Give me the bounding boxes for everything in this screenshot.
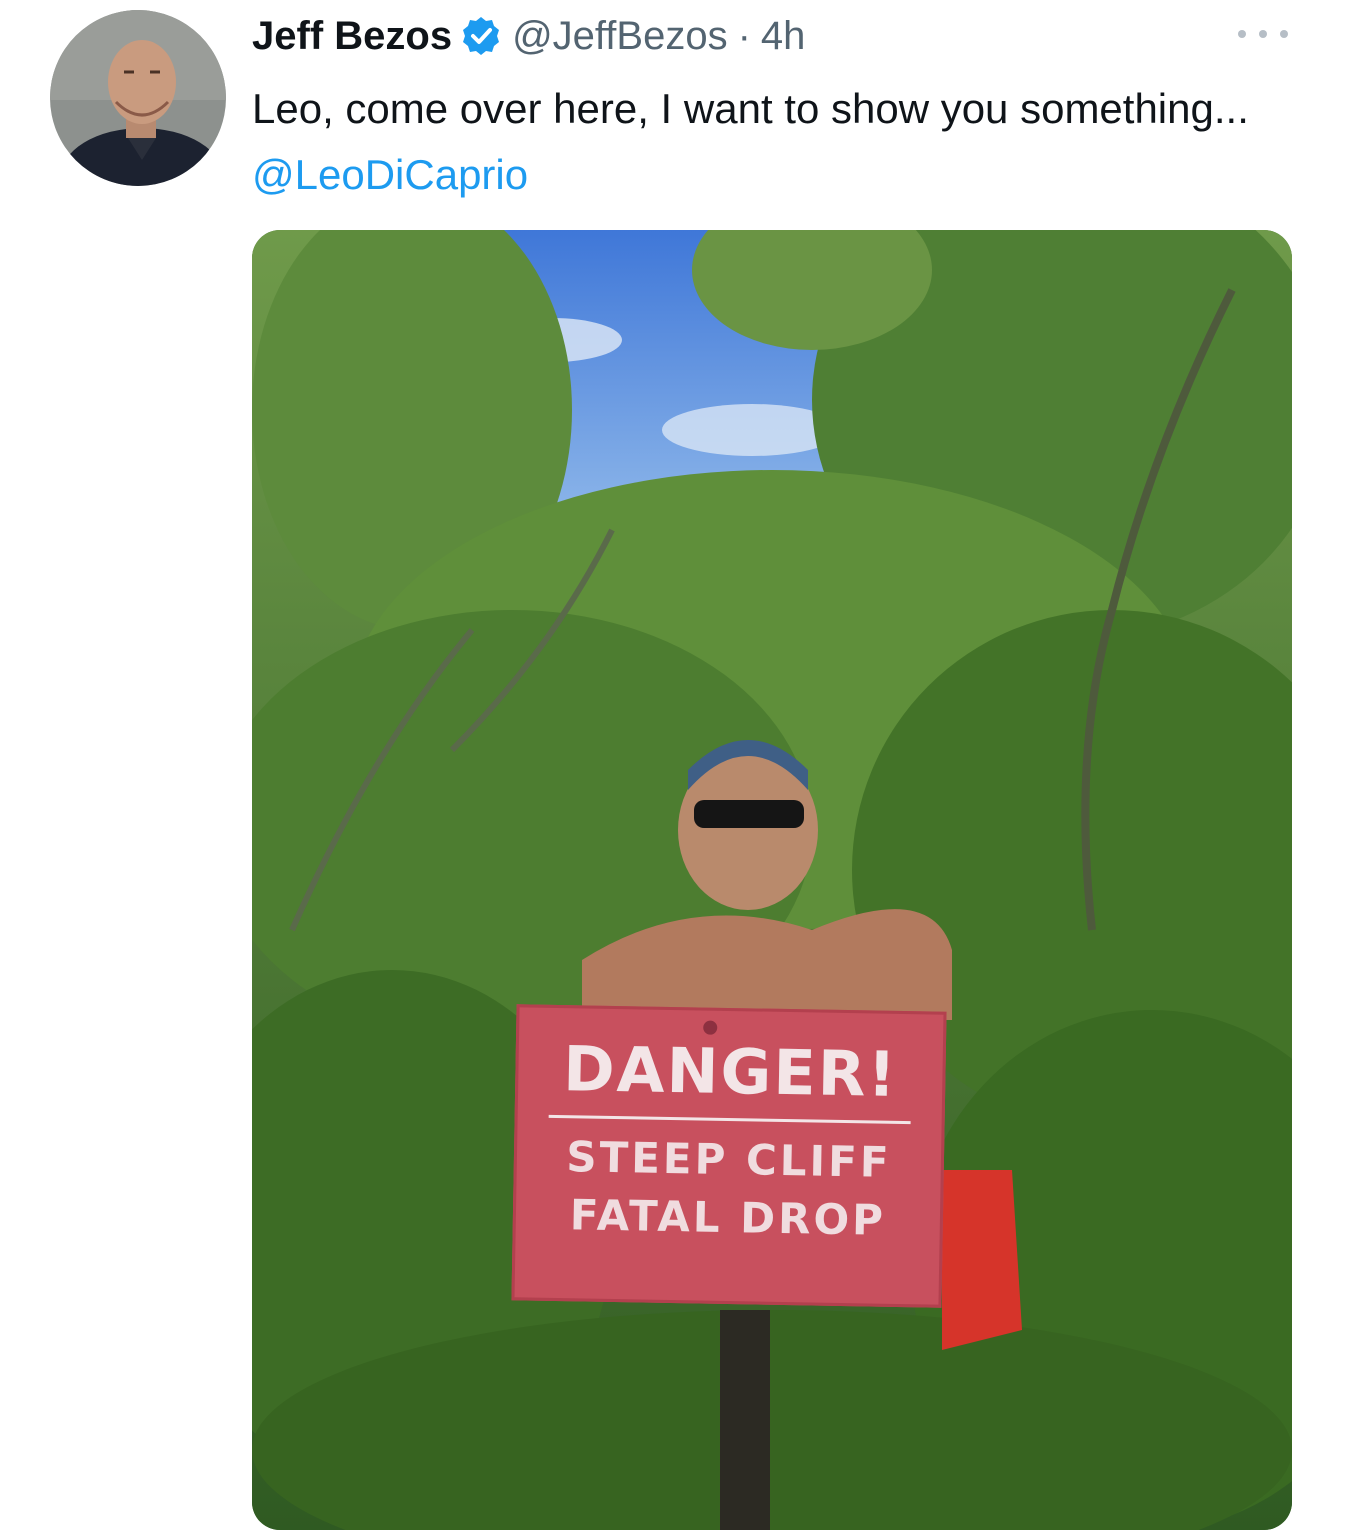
sign-bolt [703, 1020, 718, 1035]
tweet-timestamp[interactable]: 4h [761, 14, 806, 59]
verified-badge-icon [460, 15, 502, 57]
sign-line-steep-cliff: STEEP CLIFF [565, 1132, 892, 1187]
mention-link[interactable]: @LeoDiCaprio [252, 151, 528, 198]
jungle-photo [252, 230, 1292, 1530]
tweet-text-body: Leo, come over here, I want to show you … [252, 85, 1249, 132]
sign-line-fatal-drop: FATAL DROP [569, 1190, 887, 1245]
danger-sign: DANGER! STEEP CLIFF FATAL DROP [511, 1004, 947, 1308]
author-handle[interactable]: @JeffBezos [512, 14, 728, 59]
avatar[interactable] [50, 10, 226, 186]
sign-title: DANGER! [562, 1032, 899, 1111]
sign-divider [548, 1114, 911, 1125]
tweet: Jeff Bezos @JeffBezos · 4h Leo, come ove… [0, 0, 1346, 1530]
separator-dot: · [737, 13, 751, 58]
author-name[interactable]: Jeff Bezos [252, 14, 452, 59]
profile-photo [50, 10, 226, 186]
more-dots-icon[interactable] [1238, 24, 1288, 44]
tweet-text: Leo, come over here, I want to show you … [252, 76, 1252, 208]
tweet-photo[interactable]: DANGER! STEEP CLIFF FATAL DROP [252, 230, 1292, 1530]
tweet-header: Jeff Bezos @JeffBezos · 4h [252, 8, 805, 64]
